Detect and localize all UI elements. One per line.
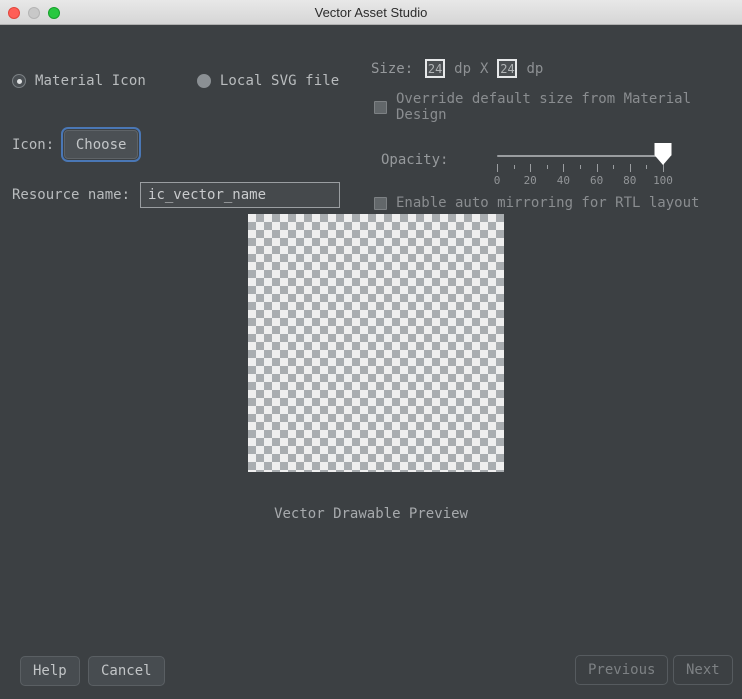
icon-chooser-row: Icon: Choose — [12, 127, 142, 162]
vector-drawable-preview-canvas — [248, 214, 504, 472]
checkbox-unchecked-icon — [374, 100, 387, 114]
radio-local-svg-file-label: Local SVG file — [219, 73, 340, 89]
window-title-bar: Vector Asset Studio — [0, 0, 742, 25]
override-default-size-checkbox-row[interactable]: Override default size from Material Desi… — [374, 91, 742, 123]
slider-tick-label: 0 — [493, 174, 501, 187]
opacity-label: Opacity: — [381, 152, 449, 168]
size-width-input[interactable] — [425, 59, 446, 78]
size-row: Size: dp X dp — [371, 59, 552, 78]
size-width-unit: dp — [454, 60, 472, 77]
enable-rtl-mirroring-checkbox-row[interactable]: Enable auto mirroring for RTL layout — [374, 195, 699, 211]
opacity-slider[interactable]: 0 20 40 60 80 100 — [494, 143, 673, 187]
slider-major-tick — [563, 164, 565, 172]
window-controls — [8, 0, 60, 25]
slider-major-tick — [596, 164, 598, 172]
slider-minor-tick — [646, 165, 648, 169]
slider-tick-label: 20 — [523, 174, 537, 187]
choose-button[interactable]: Choose — [61, 127, 142, 162]
slider-tick-label: 80 — [623, 174, 637, 187]
resource-name-label: Resource name: — [12, 187, 131, 203]
window-title: Vector Asset Studio — [314, 4, 428, 20]
close-button[interactable] — [8, 6, 20, 19]
radio-material-icon-label: Material Icon — [35, 73, 146, 89]
radio-local-svg-file[interactable]: Local SVG file — [196, 73, 340, 89]
size-height-unit: dp — [526, 60, 544, 77]
slider-tick-label: 40 — [556, 174, 571, 187]
zoom-button[interactable] — [48, 6, 60, 19]
radio-material-icon[interactable]: Material Icon — [12, 73, 146, 89]
cancel-button[interactable]: Cancel — [88, 656, 165, 686]
next-button[interactable]: Next — [673, 655, 733, 685]
preview-caption: Vector Drawable Preview — [274, 506, 468, 522]
icon-label: Icon: — [12, 136, 55, 153]
checkbox-unchecked-icon — [374, 196, 387, 210]
enable-rtl-mirroring-label: Enable auto mirroring for RTL layout — [396, 195, 700, 211]
slider-major-tick — [497, 164, 498, 172]
help-button[interactable]: Help — [20, 656, 80, 686]
previous-button[interactable]: Previous — [575, 655, 669, 685]
slider-tick-label: 60 — [589, 174, 604, 187]
radio-selected-icon — [12, 74, 26, 88]
minimize-button[interactable] — [28, 6, 40, 19]
size-height-input[interactable] — [497, 59, 518, 78]
slider-minor-tick — [613, 165, 615, 169]
slider-minor-tick — [546, 165, 548, 169]
asset-type-radio-group: Material Icon Local SVG file — [12, 73, 339, 89]
slider-major-tick — [629, 164, 631, 172]
resource-name-row: Resource name: — [12, 182, 341, 208]
resource-name-input[interactable] — [140, 182, 341, 208]
slider-major-tick — [530, 164, 532, 172]
radio-unselected-icon — [196, 74, 211, 88]
size-label: Size: — [371, 60, 414, 77]
slider-major-tick — [663, 164, 664, 172]
slider-tick-label: 100 — [653, 174, 673, 187]
opacity-slider-thumb[interactable] — [654, 143, 672, 165]
slider-minor-tick — [580, 165, 581, 169]
override-default-size-label: Override default size from Material Desi… — [396, 91, 692, 123]
size-separator: X — [480, 60, 489, 77]
dialog-body: Material Icon Local SVG file Icon: Choos… — [0, 25, 742, 699]
slider-minor-tick — [513, 165, 515, 169]
opacity-slider-track — [497, 155, 663, 157]
